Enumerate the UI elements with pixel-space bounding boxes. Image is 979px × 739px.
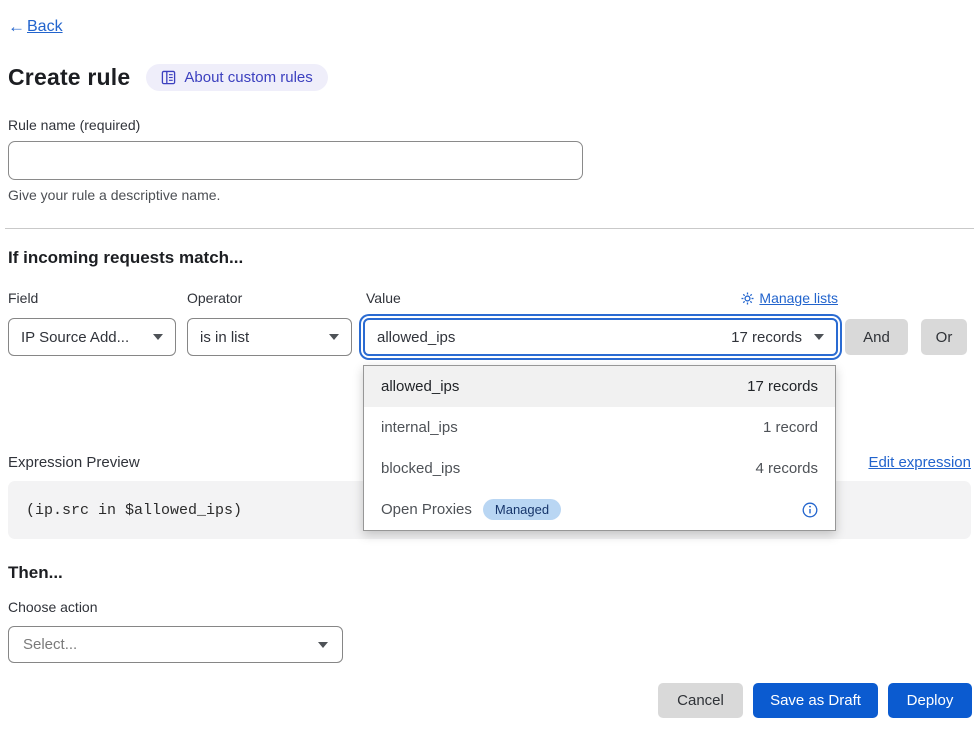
operator-select-value: is in list <box>200 329 249 346</box>
about-custom-rules-link[interactable]: About custom rules <box>146 64 327 91</box>
back-link-label: Back <box>27 18 63 36</box>
list-records-count: 1 record <box>763 419 818 436</box>
operator-column-label: Operator <box>187 290 242 306</box>
back-arrow-icon <box>8 17 25 37</box>
list-name: blocked_ips <box>381 460 460 477</box>
page-title: Create rule <box>8 64 130 91</box>
value-column-label: Value <box>366 290 401 306</box>
list-name: Open Proxies <box>381 501 472 518</box>
manage-lists-link[interactable]: Manage lists <box>741 290 838 306</box>
deploy-button[interactable]: Deploy <box>888 683 972 718</box>
choose-action-label: Choose action <box>8 599 98 615</box>
value-select-records-count: 17 records <box>731 329 802 346</box>
action-select-placeholder: Select... <box>23 636 77 653</box>
back-link[interactable]: Back <box>8 17 63 37</box>
list-records-count: 4 records <box>755 460 818 477</box>
info-circle-icon[interactable] <box>802 502 818 518</box>
value-select[interactable]: allowed_ips 17 records <box>363 318 838 356</box>
about-link-label: About custom rules <box>184 69 312 86</box>
value-select-value: allowed_ips <box>377 329 455 346</box>
chevron-down-icon <box>153 334 163 340</box>
or-button[interactable]: Or <box>921 319 967 355</box>
edit-expression-link[interactable]: Edit expression <box>868 454 971 471</box>
list-records-count: 17 records <box>747 378 818 395</box>
dropdown-item-allowed-ips[interactable]: allowed_ips 17 records <box>364 366 835 407</box>
action-select[interactable]: Select... <box>8 626 343 663</box>
expression-code-text: (ip.src in $allowed_ips) <box>26 502 242 519</box>
value-dropdown-panel: allowed_ips 17 records internal_ips 1 re… <box>363 365 836 531</box>
match-section-heading: If incoming requests match... <box>8 248 243 268</box>
field-column-label: Field <box>8 290 38 306</box>
manage-lists-label: Manage lists <box>759 290 838 306</box>
title-row: Create rule About custom rules <box>8 64 328 91</box>
dropdown-item-internal-ips[interactable]: internal_ips 1 record <box>364 407 835 448</box>
save-as-draft-button[interactable]: Save as Draft <box>753 683 878 718</box>
field-select-value: IP Source Add... <box>21 329 129 346</box>
and-button[interactable]: And <box>845 319 908 355</box>
expression-preview-label: Expression Preview <box>8 454 140 471</box>
dropdown-item-open-proxies[interactable]: Open Proxies Managed <box>364 489 835 530</box>
then-section-heading: Then... <box>8 563 63 583</box>
book-icon <box>161 70 176 85</box>
managed-badge: Managed <box>483 499 561 520</box>
create-rule-page: Back Create rule About custom rules Rule… <box>0 0 979 739</box>
list-name: allowed_ips <box>381 378 459 395</box>
operator-select[interactable]: is in list <box>187 318 352 356</box>
field-select[interactable]: IP Source Add... <box>8 318 176 356</box>
chevron-down-icon <box>329 334 339 340</box>
rule-name-input[interactable] <box>8 141 583 180</box>
chevron-down-icon <box>318 642 328 648</box>
rule-name-label: Rule name (required) <box>8 117 140 133</box>
cancel-button[interactable]: Cancel <box>658 683 743 718</box>
rule-name-helper-text: Give your rule a descriptive name. <box>8 187 220 203</box>
list-name: internal_ips <box>381 419 458 436</box>
chevron-down-icon <box>814 334 824 340</box>
section-divider <box>5 228 974 229</box>
dropdown-item-blocked-ips[interactable]: blocked_ips 4 records <box>364 448 835 489</box>
gear-icon <box>741 292 754 305</box>
